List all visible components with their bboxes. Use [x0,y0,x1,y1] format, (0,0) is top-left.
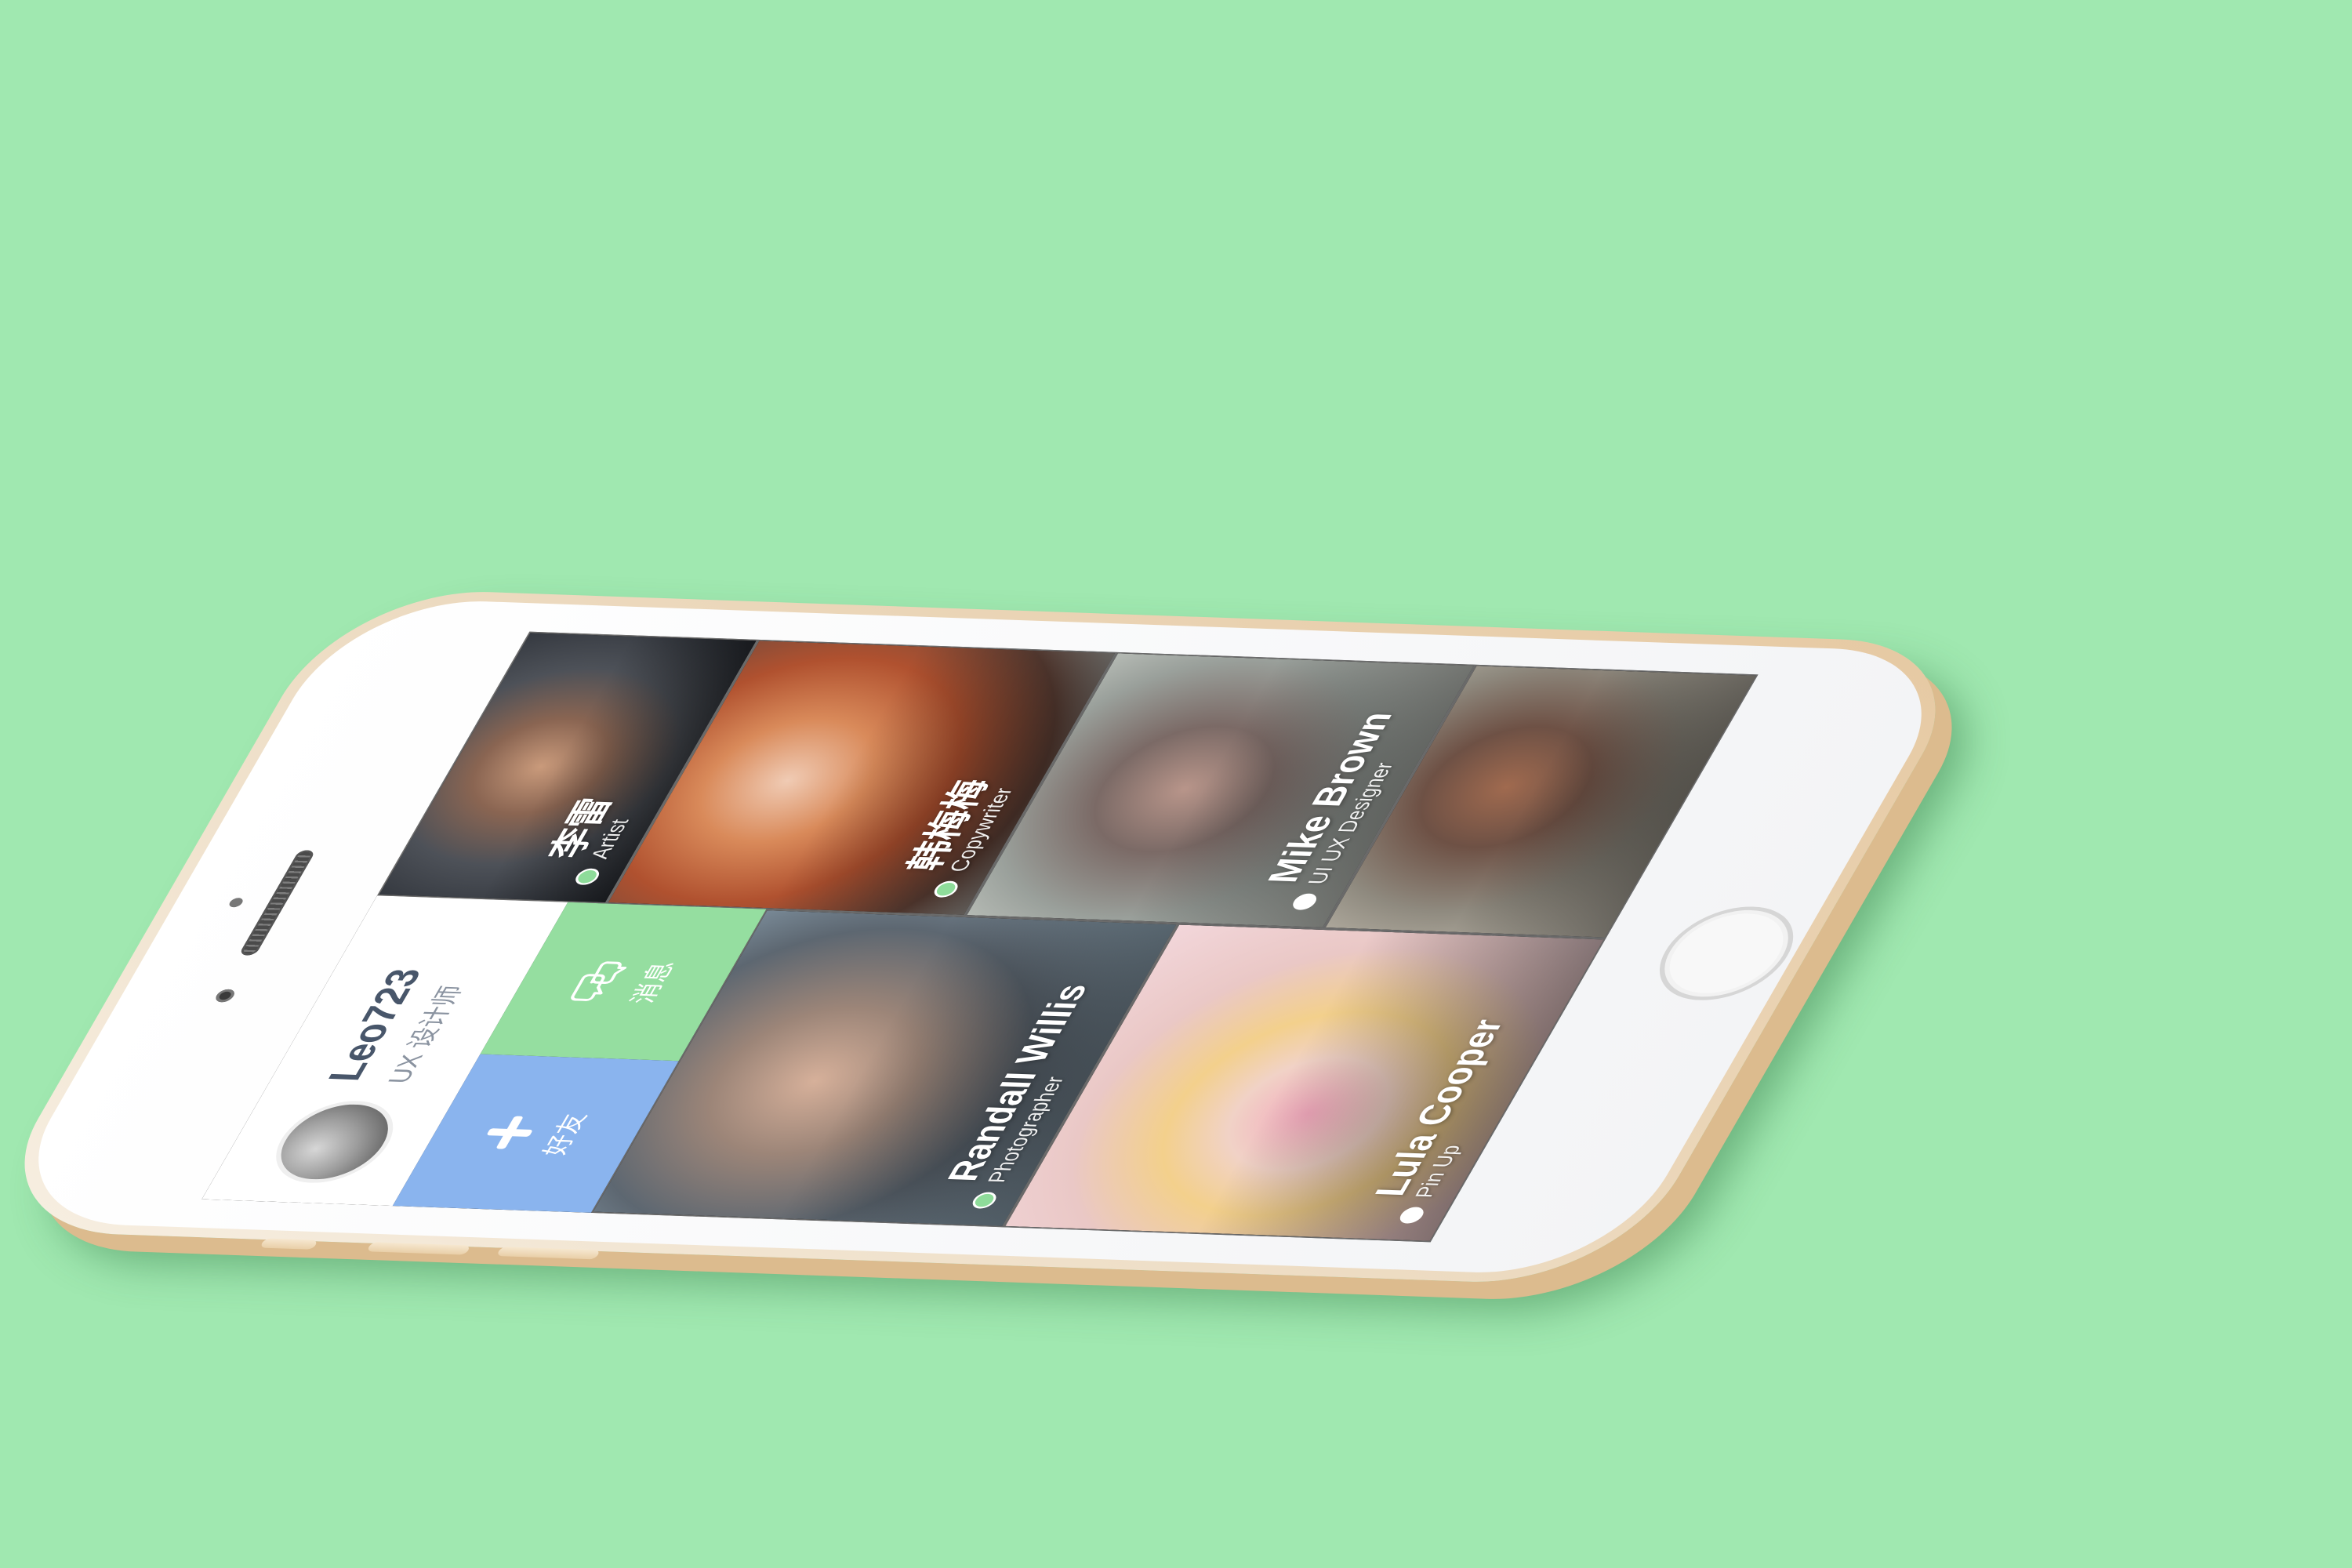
side-drawer: Leo723 UX 设计师 好友 消息 [201,895,1606,1242]
home-button[interactable] [1638,904,1815,1003]
volume-up-button [366,1242,471,1255]
online-status-dot [572,868,603,886]
messages-label: 消息 [625,960,681,1004]
front-camera [212,989,238,1003]
proximity-sensor [227,897,245,908]
plus-icon [479,1116,541,1150]
mute-switch [259,1238,318,1250]
earpiece-speaker [238,850,316,956]
phone-device: 李雷 Artist 韩梅梅 Copywriter Randall Willis … [0,586,1986,1287]
online-status-dot [930,880,962,898]
friends-label: 好友 [537,1112,593,1156]
offline-status-dot [1289,893,1320,911]
mockup-stage: 李雷 Artist 韩梅梅 Copywriter Randall Willis … [0,0,2352,1568]
volume-down-button [495,1247,601,1260]
avatar[interactable] [257,1098,412,1185]
chat-bubbles-icon [571,961,627,1001]
